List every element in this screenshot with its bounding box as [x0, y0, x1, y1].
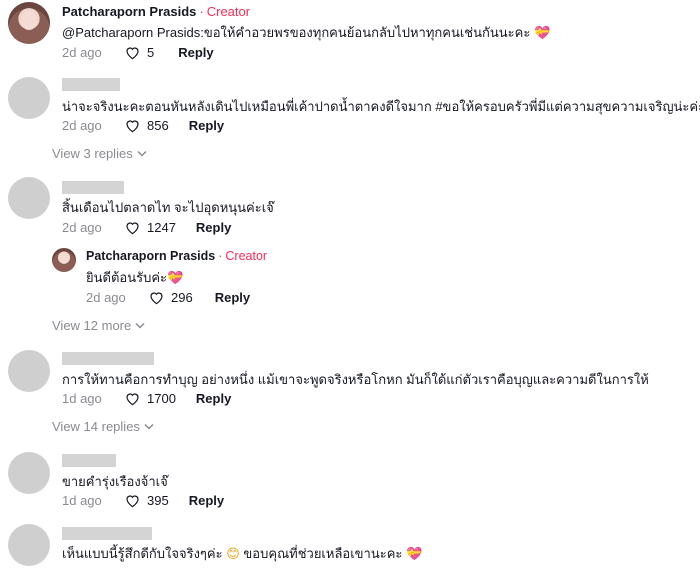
reply-button[interactable]: Reply	[196, 391, 231, 406]
chevron-down-icon	[135, 322, 145, 329]
avatar[interactable]	[8, 350, 50, 392]
smiling-face-icon: 😊	[226, 547, 240, 562]
reply-button[interactable]: Reply	[196, 220, 231, 235]
reply-button[interactable]: Reply	[178, 45, 213, 60]
comment-date: 2d ago	[62, 220, 102, 235]
author-name-redacted	[62, 527, 152, 540]
like-count: 395	[147, 493, 169, 508]
like-button[interactable]: 5	[124, 45, 154, 60]
reply-meta: 2d ago 296 Reply	[86, 290, 250, 305]
comment-text: สิ้นเดือนไปตลาดไท จะไปอุดหนุนค่ะเจ๊	[62, 200, 274, 215]
comment-meta: 2d ago 856 Reply	[62, 118, 224, 133]
comment-date: 1d ago	[62, 493, 102, 508]
comment-text: การให้ทานคือการทำบุญ อย่างหนึ่ง แม้เขาจะ…	[62, 372, 649, 387]
view-replies-button[interactable]: View 3 replies	[52, 146, 147, 161]
heart-outline-icon	[126, 222, 139, 235]
like-count: 296	[171, 290, 193, 305]
comment-meta: 2d ago 5 Reply	[62, 45, 214, 60]
like-button[interactable]: 395	[124, 493, 169, 508]
author-name[interactable]: Patcharaporn Prasids	[62, 4, 196, 19]
like-button[interactable]: 1700	[124, 391, 176, 406]
avatar[interactable]	[8, 524, 50, 566]
author-name[interactable]: Patcharaporn Prasids	[86, 249, 215, 263]
like-count: 856	[147, 118, 169, 133]
creator-avatar[interactable]	[52, 248, 76, 272]
chevron-down-icon	[137, 150, 147, 157]
reply-author[interactable]: Patcharaporn Prasids · Creator	[86, 249, 267, 263]
comment-text: น่าจะจริงนะคะตอนหันหลังเดินไปเหมือนพี่เค…	[62, 99, 700, 114]
view-replies-button[interactable]: View 14 replies	[52, 419, 154, 434]
comment-meta: 2d ago 1247 Reply	[62, 220, 231, 235]
heart-outline-icon	[126, 495, 139, 508]
author-name-redacted	[62, 181, 124, 194]
reply-button[interactable]: Reply	[189, 118, 224, 133]
heart-outline-icon	[126, 393, 139, 406]
creator-avatar[interactable]	[8, 2, 50, 44]
comment-text: เห็นแบบนี้รู้สึกดีกับใจจริงๆค่ะ 😊 ขอบคุณ…	[62, 546, 423, 562]
reply-button[interactable]: Reply	[215, 290, 250, 305]
avatar[interactable]	[8, 452, 50, 494]
comment-date: 2d ago	[62, 118, 102, 133]
author-name-redacted	[62, 454, 116, 467]
reply-text: ยินดีต้อนรับค่ะ💝	[86, 270, 184, 286]
comment-date: 2d ago	[62, 45, 102, 60]
reply-button[interactable]: Reply	[189, 493, 224, 508]
comment-date: 1d ago	[62, 391, 102, 406]
comment-text: ขายคำรุ่งเรืองจ้าเจ๊	[62, 474, 168, 489]
creator-badge: Creator	[206, 4, 251, 19]
gift-heart-icon: 💝	[533, 26, 551, 41]
like-button[interactable]: 856	[124, 118, 169, 133]
like-count: 1700	[147, 391, 176, 406]
gift-heart-icon: 💝	[167, 271, 184, 286]
author-name-redacted	[62, 352, 154, 365]
gift-heart-icon: 💝	[406, 547, 423, 562]
author-name-redacted	[62, 78, 120, 91]
comment-author[interactable]: Patcharaporn Prasids · Creator	[62, 4, 250, 19]
heart-outline-icon	[126, 120, 139, 133]
avatar[interactable]	[8, 77, 50, 119]
heart-outline-icon	[126, 47, 139, 60]
comment-meta: 1d ago 1700 Reply	[62, 391, 231, 406]
reply-date: 2d ago	[86, 290, 126, 305]
avatar[interactable]	[8, 177, 50, 219]
like-button[interactable]: 296	[148, 290, 193, 305]
like-button[interactable]: 1247	[124, 220, 176, 235]
heart-outline-icon	[150, 292, 163, 305]
like-count: 5	[147, 45, 155, 60]
view-more-replies-button[interactable]: View 12 more	[52, 318, 145, 333]
comment-text: @Patcharaporn Prasids:ขอให้คำอวยพรของทุก…	[62, 25, 551, 41]
creator-badge: Creator	[225, 249, 268, 263]
chevron-down-icon	[144, 423, 154, 430]
like-count: 1247	[147, 220, 176, 235]
comment-meta: 1d ago 395 Reply	[62, 493, 224, 508]
